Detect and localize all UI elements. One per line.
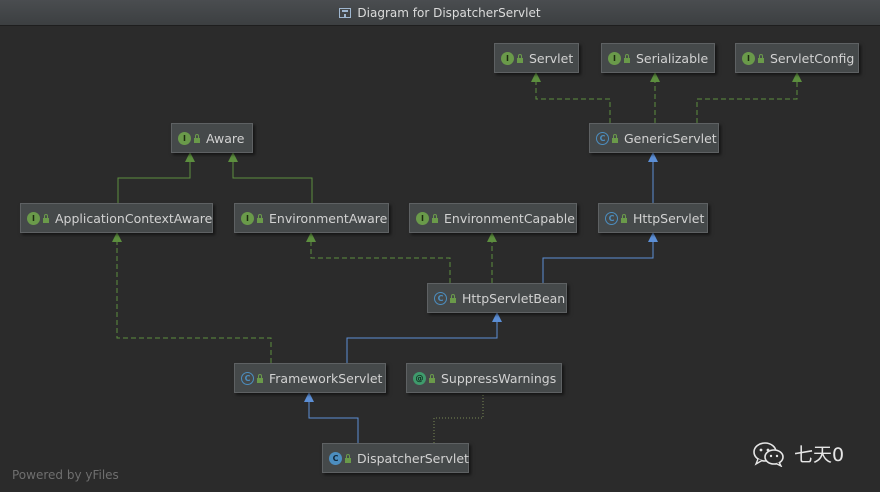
powered-by-label: Powered by yFiles <box>12 468 119 482</box>
interface-icon: I <box>608 51 621 65</box>
node-label: DispatcherServlet <box>357 450 469 466</box>
watermark: 七天0 <box>752 440 844 467</box>
node-label: Servlet <box>529 50 574 66</box>
edge-dispatcherservlet-frameworkservlet <box>304 392 359 443</box>
node-label: FrameworkServlet <box>269 370 383 386</box>
lock-icon <box>257 213 263 223</box>
node-servletconfig[interactable]: I ServletConfig <box>735 43 859 73</box>
node-frameworkservlet[interactable]: C FrameworkServlet <box>234 363 386 393</box>
node-label: ApplicationContextAware <box>55 210 213 226</box>
wechat-icon <box>753 441 784 467</box>
lock-icon <box>758 53 764 63</box>
node-label: Serializable <box>636 50 709 66</box>
edge-genericservlet-servlet <box>531 72 611 123</box>
interface-icon: I <box>178 131 191 145</box>
node-label: EnvironmentAware <box>269 210 388 226</box>
node-label: HttpServlet <box>633 210 705 226</box>
edge-environmentaware-aware <box>228 152 313 203</box>
edge-applicationcontextaware-aware <box>117 152 195 203</box>
lock-icon <box>432 213 438 223</box>
node-httpservletbean[interactable]: C HttpServletBean <box>427 283 567 313</box>
node-label: EnvironmentCapable <box>444 210 575 226</box>
node-aware[interactable]: I Aware <box>171 123 253 153</box>
node-environmentaware[interactable]: I EnvironmentAware <box>234 203 389 233</box>
lock-icon <box>450 293 456 303</box>
lock-icon <box>612 133 618 143</box>
watermark-text: 七天0 <box>794 444 845 466</box>
node-label: ServletConfig <box>770 50 855 66</box>
lock-icon <box>194 133 200 143</box>
diagram-edges <box>112 72 802 443</box>
abstract-class-icon: C <box>434 291 447 305</box>
node-applicationcontextaware[interactable]: I ApplicationContextAware <box>20 203 213 233</box>
edge-httpservletbean-environmentaware <box>306 232 451 283</box>
lock-icon <box>257 373 263 383</box>
edge-frameworkservlet-httpservletbean <box>346 312 502 363</box>
abstract-class-icon: C <box>596 131 609 145</box>
node-label: SuppressWarnings <box>441 370 557 386</box>
lock-icon <box>517 53 523 63</box>
interface-icon: I <box>27 211 40 225</box>
node-suppresswarnings[interactable]: @ SuppressWarnings <box>406 363 562 393</box>
node-label: HttpServletBean <box>462 290 566 306</box>
class-icon: C <box>329 451 342 465</box>
node-serializable[interactable]: I Serializable <box>601 43 715 73</box>
lock-icon <box>624 53 630 63</box>
interface-icon: I <box>241 211 254 225</box>
abstract-class-icon: C <box>241 371 254 385</box>
abstract-class-icon: C <box>605 211 618 225</box>
node-servlet[interactable]: I Servlet <box>494 43 579 73</box>
edge-httpservletbean-httpservlet <box>542 232 658 283</box>
annotation-icon: @ <box>413 371 426 385</box>
node-label: GenericServlet <box>624 130 717 146</box>
edge-frameworkservlet-applicationcontextaware <box>112 232 272 363</box>
lock-icon <box>621 213 627 223</box>
node-dispatcherservlet[interactable]: C DispatcherServlet <box>322 443 469 473</box>
lock-icon <box>429 373 435 383</box>
edge-genericservlet-servletconfig <box>696 72 802 123</box>
node-httpservlet[interactable]: C HttpServlet <box>598 203 708 233</box>
interface-icon: I <box>416 211 429 225</box>
node-genericservlet[interactable]: C GenericServlet <box>589 123 719 153</box>
lock-icon <box>345 453 351 463</box>
interface-icon: I <box>742 51 755 65</box>
lock-icon <box>43 213 49 223</box>
interface-icon: I <box>501 51 514 65</box>
edge-dispatcherservlet-suppresswarnings <box>433 393 484 443</box>
node-label: Aware <box>206 130 245 146</box>
node-environmentcapable[interactable]: I EnvironmentCapable <box>409 203 577 233</box>
